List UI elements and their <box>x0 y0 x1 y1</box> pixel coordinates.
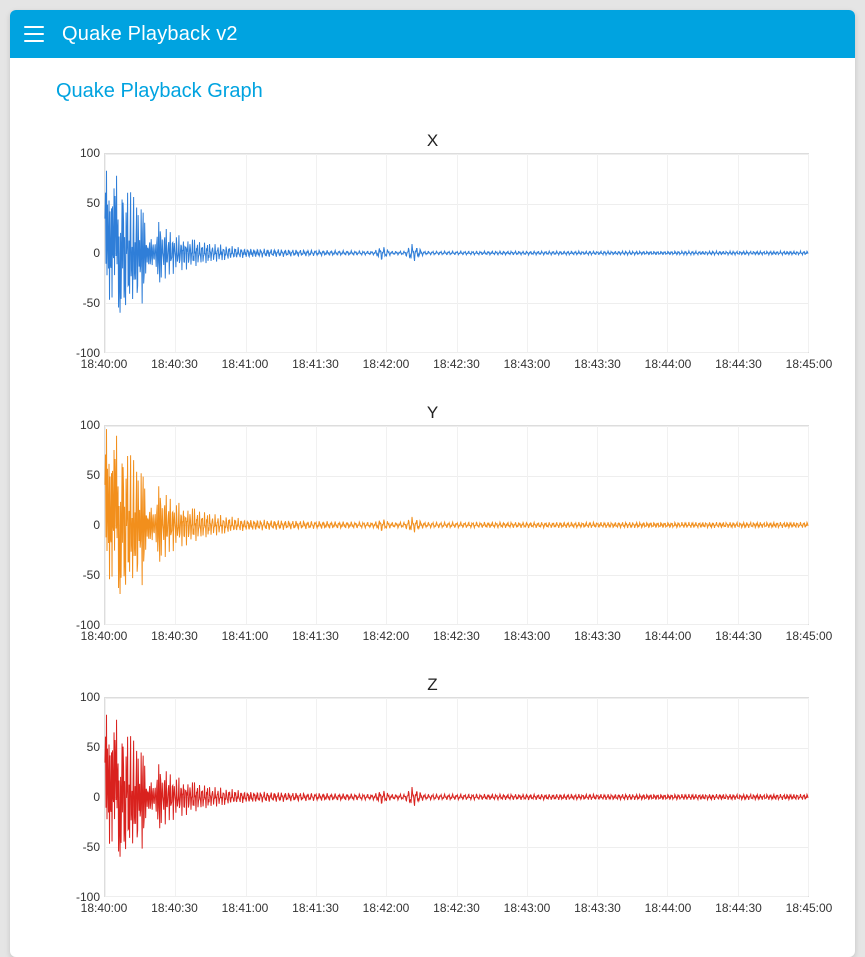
plot-area[interactable] <box>104 697 809 897</box>
app-title: Quake Playback v2 <box>62 23 238 46</box>
x-tick-label: 18:44:30 <box>715 357 762 371</box>
y-tick-label: 50 <box>87 468 100 482</box>
x-tick-label: 18:42:00 <box>363 629 410 643</box>
x-tick-label: 18:43:00 <box>504 357 551 371</box>
chart-body: -100-50050100 <box>56 697 809 897</box>
chart-body: -100-50050100 <box>56 425 809 625</box>
page-title: Quake Playback Graph <box>56 80 809 103</box>
x-tick-label: 18:43:00 <box>504 629 551 643</box>
plot-area[interactable] <box>104 153 809 353</box>
x-axis: 18:40:0018:40:3018:41:0018:41:3018:42:00… <box>104 901 809 919</box>
x-tick-label: 18:45:00 <box>786 357 833 371</box>
chart-title: Z <box>56 675 809 695</box>
y-tick-label: 0 <box>93 790 100 804</box>
x-tick-label: 18:41:30 <box>292 357 339 371</box>
x-tick-label: 18:43:30 <box>574 629 621 643</box>
x-tick-label: 18:42:30 <box>433 901 480 915</box>
y-axis: -100-50050100 <box>56 697 104 897</box>
x-tick-label: 18:42:00 <box>363 901 410 915</box>
y-tick-label: -50 <box>83 568 100 582</box>
waveform <box>105 154 808 352</box>
y-tick-label: 100 <box>80 146 100 160</box>
topbar: Quake Playback v2 <box>10 10 855 58</box>
x-tick-label: 18:41:00 <box>222 357 269 371</box>
plot-area[interactable] <box>104 425 809 625</box>
chart-x: X-100-5005010018:40:0018:40:3018:41:0018… <box>56 131 809 375</box>
x-tick-label: 18:44:30 <box>715 629 762 643</box>
y-axis: -100-50050100 <box>56 425 104 625</box>
hamburger-icon[interactable] <box>24 26 44 42</box>
x-tick-label: 18:43:30 <box>574 357 621 371</box>
y-axis: -100-50050100 <box>56 153 104 353</box>
y-tick-label: -50 <box>83 840 100 854</box>
y-tick-label: 50 <box>87 196 100 210</box>
chart-y: Y-100-5005010018:40:0018:40:3018:41:0018… <box>56 403 809 647</box>
x-tick-label: 18:43:00 <box>504 901 551 915</box>
x-tick-label: 18:42:30 <box>433 357 480 371</box>
y-tick-label: 0 <box>93 518 100 532</box>
x-tick-label: 18:44:00 <box>645 901 692 915</box>
chart-body: -100-50050100 <box>56 153 809 353</box>
chart-title: Y <box>56 403 809 423</box>
x-tick-label: 18:41:30 <box>292 629 339 643</box>
chart-title: X <box>56 131 809 151</box>
x-tick-label: 18:44:30 <box>715 901 762 915</box>
y-tick-label: 100 <box>80 418 100 432</box>
x-axis: 18:40:0018:40:3018:41:0018:41:3018:42:00… <box>104 629 809 647</box>
x-tick-label: 18:44:00 <box>645 357 692 371</box>
chart-z: Z-100-5005010018:40:0018:40:3018:41:0018… <box>56 675 809 919</box>
charts-container: X-100-5005010018:40:0018:40:3018:41:0018… <box>56 131 809 919</box>
waveform <box>105 426 808 624</box>
x-tick-label: 18:45:00 <box>786 901 833 915</box>
x-tick-label: 18:40:30 <box>151 901 198 915</box>
x-tick-label: 18:40:00 <box>81 901 128 915</box>
waveform <box>105 698 808 896</box>
x-tick-label: 18:40:30 <box>151 629 198 643</box>
x-tick-label: 18:42:30 <box>433 629 480 643</box>
x-tick-label: 18:44:00 <box>645 629 692 643</box>
y-tick-label: 100 <box>80 690 100 704</box>
app-window: Quake Playback v2 Quake Playback Graph X… <box>10 10 855 957</box>
content-area: Quake Playback Graph X-100-5005010018:40… <box>10 58 855 957</box>
x-tick-label: 18:40:00 <box>81 629 128 643</box>
y-tick-label: 0 <box>93 246 100 260</box>
x-axis: 18:40:0018:40:3018:41:0018:41:3018:42:00… <box>104 357 809 375</box>
x-tick-label: 18:41:30 <box>292 901 339 915</box>
y-tick-label: -50 <box>83 296 100 310</box>
x-tick-label: 18:45:00 <box>786 629 833 643</box>
x-tick-label: 18:40:30 <box>151 357 198 371</box>
x-tick-label: 18:40:00 <box>81 357 128 371</box>
y-tick-label: 50 <box>87 740 100 754</box>
x-tick-label: 18:43:30 <box>574 901 621 915</box>
x-tick-label: 18:42:00 <box>363 357 410 371</box>
x-tick-label: 18:41:00 <box>222 901 269 915</box>
x-tick-label: 18:41:00 <box>222 629 269 643</box>
